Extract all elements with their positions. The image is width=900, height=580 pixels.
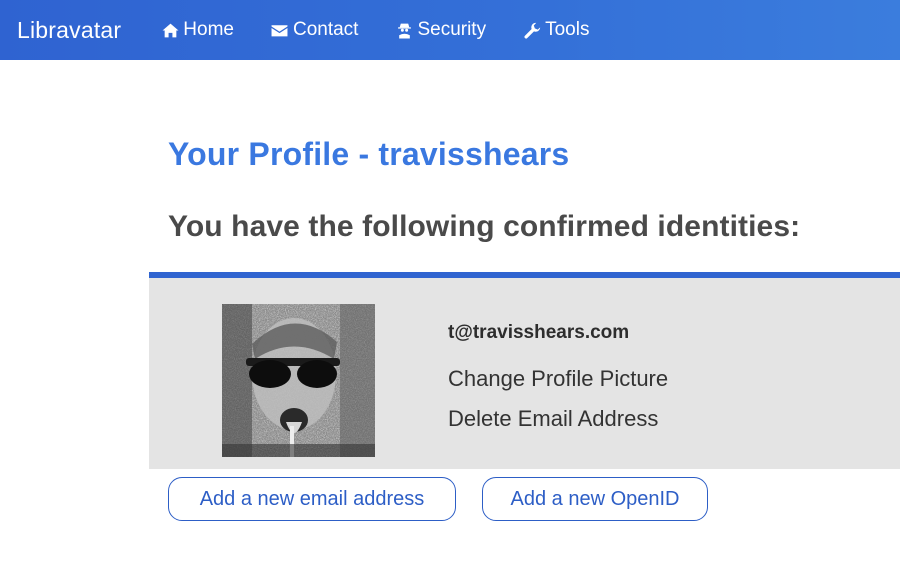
top-navbar: Libravatar Home Contact Security Tools [0, 0, 900, 60]
user-secret-icon [395, 21, 413, 39]
nav-item-contact-label: Contact [292, 19, 359, 40]
brand-logo[interactable]: Libravatar [17, 17, 121, 44]
nav-item-home[interactable]: Home [161, 19, 234, 41]
nav-item-home-label: Home [183, 19, 234, 40]
home-icon [161, 21, 179, 39]
delete-email-address-link[interactable]: Delete Email Address [448, 406, 658, 432]
nav-item-contact[interactable]: Contact [271, 19, 358, 41]
identity-panel: t@travisshears.com Change Profile Pictur… [149, 272, 900, 469]
nav-item-security[interactable]: Security [395, 19, 486, 41]
avatar [222, 304, 375, 457]
wrench-icon [523, 21, 541, 39]
envelope-icon [271, 21, 289, 39]
nav-item-tools-label: Tools [545, 19, 590, 40]
identity-email: t@travisshears.com [448, 322, 630, 343]
change-profile-picture-link[interactable]: Change Profile Picture [448, 366, 668, 392]
add-email-address-button[interactable]: Add a new email address [168, 477, 456, 521]
page-title: Your Profile - travisshears [168, 136, 570, 172]
add-openid-button[interactable]: Add a new OpenID [482, 477, 708, 521]
identities-heading: You have the following confirmed identit… [168, 210, 801, 243]
nav-item-tools[interactable]: Tools [523, 19, 589, 41]
nav-item-security-label: Security [417, 19, 487, 40]
